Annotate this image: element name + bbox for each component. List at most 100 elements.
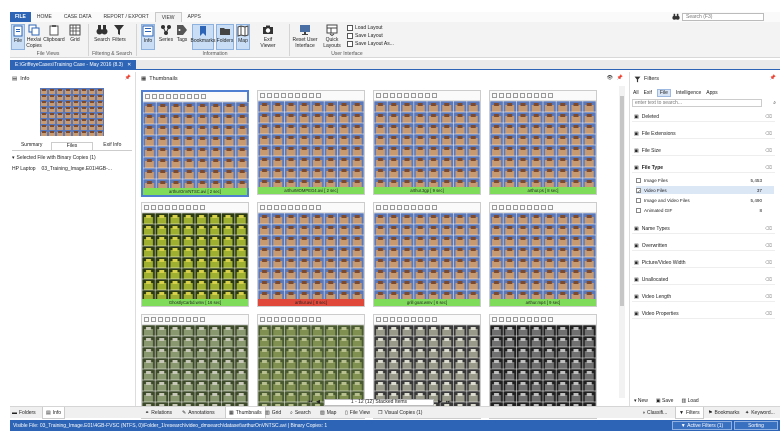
toolbar-button-icon[interactable]	[260, 317, 265, 322]
file-view-button[interactable]: File	[11, 24, 25, 50]
tab-filters[interactable]: ▼ Filters	[675, 407, 704, 419]
search-button[interactable]: Search	[94, 24, 110, 43]
tags-button[interactable]: Tags	[176, 24, 188, 43]
tab-home[interactable]: HOME	[31, 12, 58, 22]
toolbar-button-icon[interactable]	[418, 93, 423, 98]
thumbnail-card[interactable]: arthur.mp4 [ 9 sec]	[489, 202, 597, 307]
toolbar-button-icon[interactable]	[302, 317, 307, 322]
toolbar-button-icon[interactable]	[194, 94, 199, 99]
filter-tab-intelligence[interactable]: Intelligence	[676, 90, 701, 96]
toolbar-button-icon[interactable]	[499, 93, 504, 98]
toolbar-button-icon[interactable]	[158, 205, 163, 210]
sorting-button[interactable]: Sorting	[734, 421, 778, 430]
toolbar-button-icon[interactable]	[432, 205, 437, 210]
quick-layouts-button[interactable]: Quick Layouts	[321, 24, 343, 49]
toolbar-button-icon[interactable]	[274, 205, 279, 210]
toolbar-button-icon[interactable]	[316, 317, 321, 322]
toolbar-button-icon[interactable]	[383, 205, 388, 210]
toolbar-button-icon[interactable]	[390, 205, 395, 210]
filter-tab-all[interactable]: All	[633, 90, 639, 96]
thumbnail-card[interactable]: arthur.ps [ 8 sec]	[489, 90, 597, 195]
toolbar-button-icon[interactable]	[383, 317, 388, 322]
toolbar-button-icon[interactable]	[411, 317, 416, 322]
tab-thumbnails[interactable]: ▦ Thumbnails	[225, 407, 266, 419]
save-layout-as-button[interactable]: Save Layout As...	[347, 41, 394, 47]
toolbar-button-icon[interactable]	[541, 93, 546, 98]
pin-icon[interactable]: 📌	[617, 75, 623, 81]
filter-tab-file[interactable]: File	[656, 89, 671, 97]
toolbar-button-icon[interactable]	[179, 205, 184, 210]
tab-report-export[interactable]: REPORT / EXPORT	[97, 12, 154, 22]
folders-button[interactable]: Folders	[216, 24, 234, 50]
toolbar-button-icon[interactable]	[548, 317, 553, 322]
toolbar-button-icon[interactable]	[274, 317, 279, 322]
toolbar-button-icon[interactable]	[165, 317, 170, 322]
thumbnail-card[interactable]: GhostlyCarbd.wmv [ 16 sec]	[141, 202, 249, 307]
toolbar-button-icon[interactable]	[144, 317, 149, 322]
toolbar-button-icon[interactable]	[499, 205, 504, 210]
toolbar-button-icon[interactable]	[492, 93, 497, 98]
toolbar-button-icon[interactable]	[151, 205, 156, 210]
pin-icon[interactable]: 📌	[770, 75, 776, 81]
file-type-option[interactable]: Image and Video Files 5,490	[636, 196, 774, 204]
tab-info[interactable]: ▤ Info	[42, 407, 66, 419]
tab-grid[interactable]: ▥ Grid	[265, 407, 281, 419]
bookmarks-button[interactable]: Bookmarks	[191, 24, 216, 50]
toolbar-button-icon[interactable]	[383, 93, 388, 98]
toolbar-button-icon[interactable]	[506, 317, 511, 322]
toolbar-button-icon[interactable]	[186, 317, 191, 322]
toolbar-button-icon[interactable]	[173, 94, 178, 99]
toolbar-button-icon[interactable]	[534, 205, 539, 210]
prev-page-icon[interactable]: ◀	[316, 399, 320, 405]
toolbar-button-icon[interactable]	[425, 317, 430, 322]
toolbar-button-icon[interactable]	[397, 93, 402, 98]
scrollbar-thumb[interactable]	[620, 96, 624, 306]
toolbar-button-icon[interactable]	[172, 317, 177, 322]
clear-filter-icon[interactable]: ⌫	[765, 243, 772, 249]
clear-filter-icon[interactable]: ⌫	[765, 294, 772, 300]
toolbar-button-icon[interactable]	[151, 317, 156, 322]
tab-view[interactable]: VIEW	[154, 12, 182, 22]
active-filters-button[interactable]: ▼ Active Filters (1)	[672, 421, 732, 430]
toolbar-button-icon[interactable]	[166, 94, 171, 99]
thumbnail-card[interactable]	[489, 314, 597, 419]
filter-section[interactable]: ▣ Deleted ⌫	[632, 112, 775, 122]
toolbar-button-icon[interactable]	[418, 205, 423, 210]
toolbar-button-icon[interactable]	[548, 205, 553, 210]
thumbnails-scrollbar[interactable]	[619, 86, 625, 398]
tab-relations[interactable]: ⚭ Relations	[145, 407, 172, 419]
toolbar-button-icon[interactable]	[397, 317, 402, 322]
pin-icon[interactable]: 📌	[125, 75, 131, 81]
toolbar-button-icon[interactable]	[425, 93, 430, 98]
close-icon[interactable]: ✕	[127, 62, 131, 68]
filter-section[interactable]: ▣ Unallocated ⌫	[632, 275, 775, 285]
tab-folders[interactable]: ▬ Folders	[12, 407, 36, 419]
toolbar-button-icon[interactable]	[506, 93, 511, 98]
toolbar-button-icon[interactable]	[527, 317, 532, 322]
toolbar-button-icon[interactable]	[193, 205, 198, 210]
search-input[interactable]: Search (F3)	[682, 13, 764, 21]
toolbar-button-icon[interactable]	[200, 205, 205, 210]
load-layout-button[interactable]: Load Layout	[347, 25, 383, 31]
toolbar-button-icon[interactable]	[172, 205, 177, 210]
toolbar-button-icon[interactable]	[159, 94, 164, 99]
toolbar-button-icon[interactable]	[302, 205, 307, 210]
toolbar-button-icon[interactable]	[418, 317, 423, 322]
filter-checkbox[interactable]	[636, 177, 641, 183]
toolbar-button-icon[interactable]	[404, 93, 409, 98]
toolbar-button-icon[interactable]	[390, 93, 395, 98]
toolbar-button-icon[interactable]	[288, 205, 293, 210]
toolbar-button-icon[interactable]	[274, 93, 279, 98]
toolbar-button-icon[interactable]	[267, 205, 272, 210]
tab-bookmarks[interactable]: ⚑ Bookmarks	[708, 407, 740, 419]
toolbar-button-icon[interactable]	[492, 205, 497, 210]
toolbar-button-icon[interactable]	[309, 93, 314, 98]
toolbar-button-icon[interactable]	[200, 317, 205, 322]
tab-file-view[interactable]: ▯ File View	[345, 407, 370, 419]
clear-filter-icon[interactable]: ⌫	[765, 148, 772, 154]
toolbar-button-icon[interactable]	[193, 317, 198, 322]
filter-checkbox[interactable]	[636, 207, 641, 213]
toolbar-button-icon[interactable]	[260, 93, 265, 98]
binary-copies-group[interactable]: ▾ Selected File with Binary Copies (1)	[12, 155, 96, 161]
tab-files[interactable]: Files	[51, 142, 93, 150]
